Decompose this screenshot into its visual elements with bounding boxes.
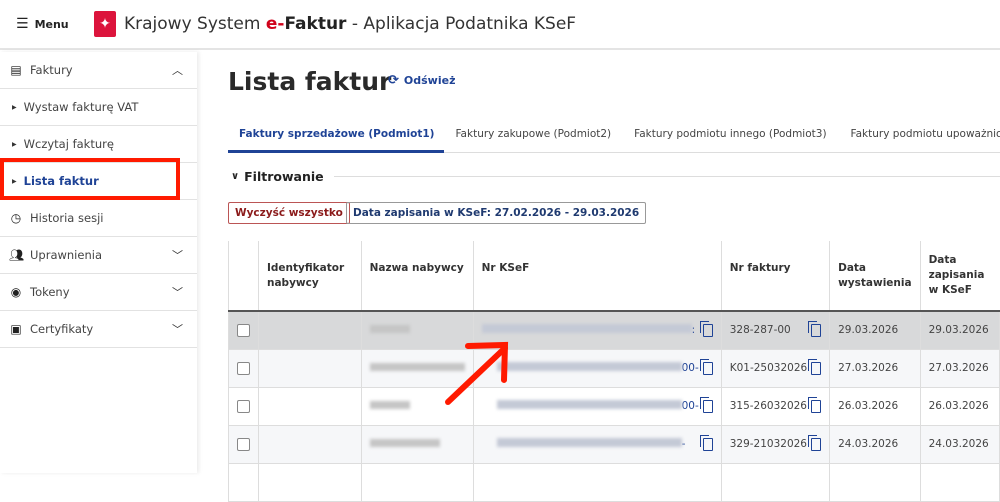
row-checkbox[interactable] [237, 361, 250, 375]
nr-ksef-cell: 00- [472, 348, 722, 388]
nazwa-cell [360, 386, 474, 426]
identyfikator-cell [258, 424, 362, 464]
row-checkbox-cell [228, 348, 259, 388]
sidebar-item-lista-faktur[interactable]: ▶ Lista faktur [0, 163, 197, 200]
select-col-header [228, 241, 259, 312]
eagle-emblem-logo: ✦ [94, 11, 116, 37]
sidebar-item-historia[interactable]: ◷ Historia sesji [0, 200, 197, 237]
bullet-icon: ▶ [12, 140, 17, 148]
col-data-wystawienia: Data wystawienia [829, 241, 921, 312]
data-wystawienia-cell: 29.03.2026 [829, 310, 921, 350]
refresh-icon: ⟳ [388, 73, 399, 88]
col-nr-ksef: Nr KSeF [472, 241, 722, 312]
top-bar: ☰ Menu ✦ Krajowy System e-Faktur - Aplika… [0, 0, 1000, 50]
chevron-down-icon: ﹀ [172, 286, 183, 299]
clock-icon: ◷ [10, 211, 22, 225]
page-title: Lista faktur [228, 67, 392, 96]
table-row[interactable]: 00- 315-26032026 26.03.2026 26.03.2026 [228, 386, 1000, 426]
row-checkbox[interactable] [237, 399, 250, 413]
sidebar-item-wystaw[interactable]: ▶ Wystaw fakturę VAT [0, 89, 197, 126]
data-wystawienia-cell: 27.03.2026 [829, 348, 921, 388]
redacted-ksef-number[interactable] [496, 437, 682, 447]
hamburger-icon: ☰ [16, 16, 29, 32]
col-nazwa: Nazwa nabywcy [360, 241, 474, 312]
copy-icon[interactable] [808, 434, 822, 451]
sidebar-item-uprawnienia[interactable]: 👥︎ Uprawnienia ﹀ [0, 237, 197, 274]
nr-faktury-cell: 315-26032026 [720, 386, 831, 426]
copy-icon[interactable] [808, 358, 822, 375]
nr-faktury-cell: K01-25032026 [720, 348, 831, 388]
clear-all-button[interactable]: Wyczyść wszystko [228, 202, 350, 224]
redacted-name [369, 325, 410, 334]
data-zapisania-cell: 26.03.2026 [919, 386, 1000, 426]
copy-icon[interactable] [808, 396, 822, 413]
app-title: Krajowy System e-Faktur - Aplikacja Poda… [124, 14, 577, 34]
date-filter-chip[interactable]: Data zapisania w KSeF: 27.02.2026 - 29.0… [346, 202, 647, 224]
tab-bar: Faktury sprzedażowe (Podmiot1) Faktury z… [228, 124, 1000, 153]
sidebar-item-wczytaj[interactable]: ▶ Wczytaj fakturę [0, 126, 197, 163]
row-checkbox-cell [228, 424, 259, 464]
redacted-ksef-number[interactable] [496, 399, 682, 409]
col-nr-faktury: Nr faktury [720, 241, 830, 312]
chevron-down-icon: ﹀ [172, 249, 183, 262]
nazwa-cell [360, 310, 474, 350]
nr-ksef-cell: - [472, 424, 722, 464]
nazwa-cell [360, 348, 474, 388]
col-identyfikator: Identyfikator nabywcy [258, 241, 362, 312]
nr-ksef-cell: : [472, 310, 722, 350]
redacted-name [369, 401, 410, 409]
data-zapisania-cell: 24.03.2026 [919, 424, 1000, 464]
identyfikator-cell [258, 348, 362, 388]
redacted-name [369, 439, 440, 447]
data-wystawienia-cell: 24.03.2026 [829, 424, 921, 464]
tab-upowaznionego[interactable]: Faktury podmiotu upoważnionego [837, 124, 1000, 153]
copy-icon[interactable] [699, 358, 713, 375]
sidebar-item-faktury[interactable]: ▤ Faktury ︿ [0, 52, 197, 89]
copy-icon[interactable] [699, 396, 713, 413]
tab-zakupowe[interactable]: Faktury zakupowe (Podmiot2) [444, 124, 621, 153]
identyfikator-cell [258, 310, 362, 350]
row-checkbox-cell [228, 386, 259, 426]
nazwa-cell [360, 424, 474, 464]
people-icon: 👥︎ [9, 248, 25, 262]
token-icon: ◉ [10, 285, 22, 299]
sidebar: ▤ Faktury ︿ ▶ Wystaw fakturę VAT ▶ Wczytaj f… [0, 52, 197, 473]
filter-toggle[interactable]: ∨ Filtrowanie [231, 169, 1000, 184]
invoice-table: Identyfikator nabywcy Nazwa nabywcy Nr K… [228, 241, 1000, 502]
sidebar-item-tokeny[interactable]: ◉ Tokeny ﹀ [0, 274, 197, 311]
chevron-up-icon: ︿ [172, 64, 183, 77]
copy-icon[interactable] [808, 320, 822, 337]
menu-button[interactable]: ☰ Menu [16, 16, 92, 32]
copy-icon[interactable] [699, 320, 713, 337]
tab-podmiot3[interactable]: Faktury podmiotu innego (Podmiot3) [621, 124, 836, 153]
data-zapisania-cell: 27.03.2026 [919, 348, 1000, 388]
row-checkbox-cell [228, 310, 259, 350]
redacted-ksef-number[interactable] [481, 323, 692, 333]
chevron-down-icon: ﹀ [172, 323, 183, 336]
bullet-icon: ▶ [12, 103, 17, 111]
certificate-icon: ▣ [10, 322, 22, 336]
chevron-down-icon: ∨ [231, 171, 240, 182]
document-icon: ▤ [10, 63, 22, 77]
nr-faktury-cell: 329-21032026 [720, 424, 831, 464]
data-zapisania-cell: 29.03.2026 [919, 310, 1000, 350]
redacted-ksef-number[interactable] [496, 361, 682, 371]
identyfikator-cell [258, 386, 362, 426]
col-data-zapisania: Data zapisania w KSeF [919, 241, 1000, 312]
tab-sprzedazowe[interactable]: Faktury sprzedażowe (Podmiot1) [228, 124, 445, 153]
row-checkbox[interactable] [237, 437, 250, 451]
sidebar-item-certyfikaty[interactable]: ▣ Certyfikaty ﹀ [0, 311, 197, 348]
refresh-button[interactable]: ⟳ Odśwież [388, 73, 455, 88]
copy-icon[interactable] [699, 434, 713, 451]
table-row [228, 462, 1000, 502]
row-checkbox[interactable] [237, 323, 250, 337]
bullet-icon: ▶ [12, 177, 17, 185]
nr-ksef-cell: 00- [472, 386, 722, 426]
table-row[interactable]: 00- K01-25032026 27.03.2026 27.03.2026 [228, 348, 1000, 388]
data-wystawienia-cell: 26.03.2026 [829, 386, 921, 426]
table-row[interactable]: - 329-21032026 24.03.2026 24.03.2026 [228, 424, 1000, 464]
redacted-name [369, 363, 465, 371]
nr-faktury-cell: 328-287-00 [720, 310, 831, 350]
table-row[interactable]: : 328-287-00 29.03.2026 29.03.2026 [228, 310, 1000, 350]
